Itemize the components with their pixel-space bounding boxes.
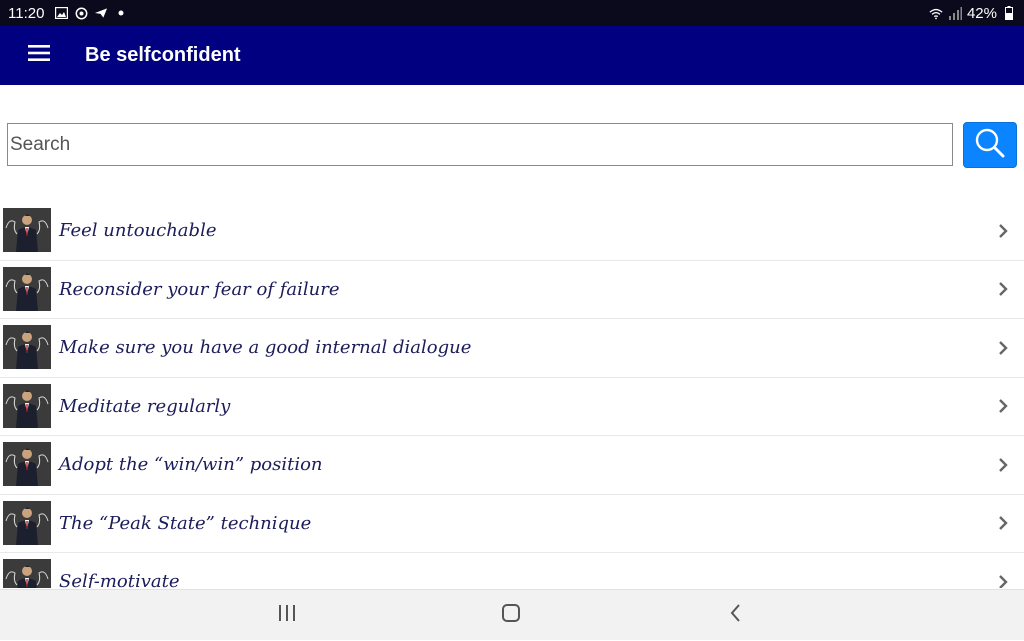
confident-man-thumbnail: [3, 559, 51, 588]
battery-icon: [1002, 6, 1016, 20]
app-title: Be selfconfident: [85, 44, 241, 66]
list-item-label: Make sure you have a good internal dialo…: [59, 337, 472, 359]
chevron-right-icon: [997, 281, 1009, 297]
wifi-icon: [929, 6, 943, 20]
confident-man-thumbnail: [3, 325, 51, 369]
confident-man-thumbnail: [3, 442, 51, 486]
list-item[interactable]: Adopt the “win/win” position: [0, 436, 1024, 495]
recent-apps-icon: [278, 605, 296, 626]
list-item-label: Self-motivate: [59, 571, 180, 588]
chevron-right-icon: [997, 574, 1009, 588]
search-icon: [974, 127, 1006, 164]
back-icon: [729, 604, 741, 627]
confident-man-thumbnail: [3, 500, 51, 545]
search-input[interactable]: [7, 123, 953, 166]
search-button[interactable]: [963, 122, 1017, 168]
confident-man-thumbnail: [3, 383, 51, 428]
list-item-label: Feel untouchable: [59, 220, 217, 242]
list-item[interactable]: Meditate regularly: [0, 378, 1024, 436]
back-button[interactable]: [705, 590, 765, 641]
battery-percent: 42%: [966, 4, 997, 22]
navigation-bar: [0, 589, 1024, 640]
status-left: 11:20: [8, 5, 128, 22]
chevron-right-icon: [997, 515, 1009, 531]
home-button[interactable]: [481, 590, 541, 641]
status-bar: 11:20 42%: [0, 0, 1024, 26]
topic-list: Feel untouchable Reconsider your fear of …: [0, 202, 1024, 588]
list-item[interactable]: Self-motivate: [0, 553, 1024, 588]
list-item[interactable]: The “Peak State” technique: [0, 495, 1024, 553]
send-icon: [94, 6, 108, 20]
image-icon: [54, 6, 68, 20]
recent-apps-button[interactable]: [257, 590, 317, 641]
home-icon: [502, 604, 520, 627]
search-row: [0, 122, 1024, 168]
dot-icon: [114, 6, 128, 20]
list-item-label: Reconsider your fear of failure: [59, 278, 340, 300]
chevron-right-icon: [997, 223, 1009, 239]
status-right: 42%: [929, 5, 1016, 22]
chevron-right-icon: [997, 340, 1009, 356]
confident-man-thumbnail: [3, 208, 51, 252]
list-item[interactable]: Make sure you have a good internal dialo…: [0, 319, 1024, 378]
signal-icon: [948, 6, 962, 20]
app-bar: Be selfconfident: [0, 26, 1024, 85]
confident-man-thumbnail: [3, 266, 51, 311]
list-item-label: Adopt the “win/win” position: [59, 454, 323, 476]
chevron-right-icon: [997, 457, 1009, 473]
list-item-label: Meditate regularly: [59, 395, 231, 417]
list-item-label: The “Peak State” technique: [59, 512, 312, 534]
list-item[interactable]: Feel untouchable: [0, 202, 1024, 261]
hamburger-menu-icon: [28, 45, 50, 66]
list-item[interactable]: Reconsider your fear of failure: [0, 261, 1024, 319]
sync-icon: [74, 6, 88, 20]
status-time: 11:20: [8, 4, 45, 22]
menu-button[interactable]: [0, 26, 78, 85]
chevron-right-icon: [997, 398, 1009, 414]
